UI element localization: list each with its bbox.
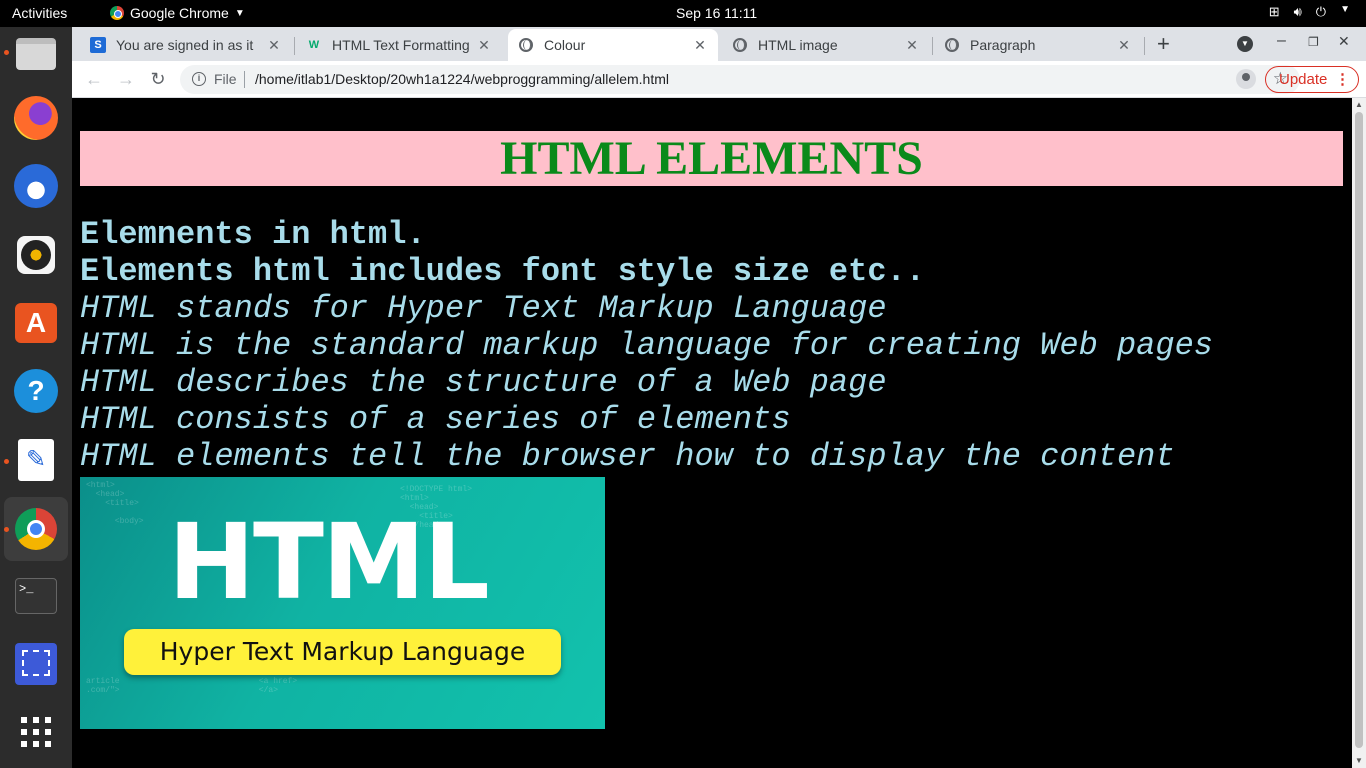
page-viewport: HTML ELEMENTS Elemnents in html. Element…	[72, 98, 1352, 768]
italic-line: HTML consists of a series of elements	[80, 401, 791, 438]
running-indicator	[4, 527, 9, 532]
tab-favicon: W	[308, 39, 320, 51]
back-arrow-icon[interactable]: ←	[82, 67, 106, 91]
firefox-icon[interactable]	[13, 95, 59, 141]
html-banner-image: <html> <head> <title> <body> <!DOCTYPE h…	[80, 477, 605, 729]
scroll-up-icon[interactable]: ▲	[1355, 100, 1363, 109]
forward-arrow-icon[interactable]: →	[114, 67, 138, 91]
reload-icon[interactable]: ↻	[146, 67, 170, 91]
bold-line: Elements html includes font style size e…	[80, 253, 925, 290]
minimize-icon[interactable]: ‒	[1277, 32, 1286, 50]
app-menu[interactable]: Google Chrome ▼	[110, 5, 245, 21]
tab-separator	[1144, 37, 1145, 55]
address-bar[interactable]: i File /home/itlab1/Desktop/20wh1a1224/w…	[180, 65, 1300, 94]
bold-line: Elemnents in html.	[80, 216, 426, 253]
tab-title: You are signed in as it	[116, 37, 254, 53]
chrome-app-icon	[110, 6, 124, 20]
code-texture: <html> <head> <title> <body>	[86, 481, 144, 526]
running-indicator	[4, 50, 9, 55]
scroll-down-icon[interactable]: ▼	[1355, 756, 1363, 765]
close-tab-icon[interactable]: ✕	[266, 37, 282, 54]
kebab-menu-icon[interactable]: ⋮	[1335, 67, 1350, 92]
site-info-icon[interactable]: i	[192, 72, 206, 86]
close-tab-icon[interactable]: ✕	[1116, 37, 1132, 54]
system-tray[interactable]: ⊞ 🔊︎ ⏻ ▼	[1269, 4, 1350, 20]
volume-icon[interactable]: 🔊︎	[1294, 4, 1302, 20]
system-top-bar: Activities Google Chrome ▼ Sep 16 11:11 …	[0, 0, 1366, 27]
page-scrollbar[interactable]: ▲ ▼	[1352, 98, 1366, 768]
tab-favicon: S	[90, 37, 106, 53]
tab-title: Paragraph	[970, 37, 1036, 53]
text-lines: Elemnents in html. Elements html include…	[80, 216, 1213, 475]
thunderbird-icon[interactable]	[13, 163, 59, 209]
restore-icon[interactable]: ❐	[1308, 35, 1319, 49]
code-texture: article .com/">	[86, 677, 120, 695]
close-window-icon[interactable]: ✕	[1338, 33, 1350, 50]
running-indicator	[4, 459, 9, 464]
italic-line: HTML elements tell the browser how to di…	[80, 438, 1175, 475]
omnibox-divider	[244, 71, 245, 88]
tab-separator	[294, 37, 295, 55]
tab-signed-in[interactable]: S You are signed in as it ✕	[80, 29, 292, 61]
tab-search-icon[interactable]: ▼	[1237, 36, 1253, 52]
help-icon[interactable]: ?	[13, 368, 59, 414]
activities-button[interactable]: Activities	[12, 5, 67, 21]
files-icon[interactable]	[13, 31, 59, 77]
terminal-icon[interactable]: >_	[13, 573, 59, 619]
tab-colour[interactable]: Colour ✕	[508, 29, 718, 61]
update-label: Update	[1279, 71, 1328, 88]
banner-big-text: HTML	[168, 501, 490, 623]
scrollbar-thumb[interactable]	[1355, 112, 1363, 748]
browser-toolbar: ← → ↻ i File /home/itlab1/Desktop/20wh1a…	[72, 61, 1366, 98]
dock: A ? ✎ >_	[0, 27, 72, 768]
italic-line: HTML stands for Hyper Text Markup Langua…	[80, 290, 887, 327]
profile-avatar-icon[interactable]	[1236, 69, 1256, 89]
globe-icon	[944, 37, 960, 53]
close-tab-icon[interactable]: ✕	[692, 37, 708, 54]
chrome-icon[interactable]	[13, 506, 59, 552]
tab-paragraph[interactable]: Paragraph ✕	[934, 29, 1142, 61]
italic-line: HTML describes the structure of a Web pa…	[80, 364, 887, 401]
code-texture: <a href> </a>	[258, 677, 298, 695]
tab-html-text-formatting[interactable]: W HTML Text Formatting ✕	[296, 29, 502, 61]
page-heading: HTML ELEMENTS	[500, 132, 923, 185]
tab-title: Colour	[544, 37, 586, 53]
software-icon[interactable]: A	[13, 300, 59, 346]
update-button[interactable]: Update ⋮	[1265, 66, 1359, 93]
power-icon[interactable]: ⏻	[1316, 4, 1326, 20]
tab-strip: S You are signed in as it ✕ W HTML Text …	[72, 27, 1366, 61]
tab-title: HTML Text Formatting	[332, 37, 470, 53]
heading-banner: HTML ELEMENTS	[80, 131, 1343, 186]
url-text[interactable]: /home/itlab1/Desktop/20wh1a1224/webprogg…	[255, 71, 669, 87]
screenshot-icon[interactable]	[13, 641, 59, 687]
rhythmbox-icon[interactable]	[13, 232, 59, 278]
text-editor-icon[interactable]: ✎	[13, 437, 59, 483]
globe-icon	[732, 37, 748, 53]
italic-line: HTML is the standard markup language for…	[80, 327, 1213, 364]
scheme-label: File	[214, 71, 237, 87]
banner-pill-text: Hyper Text Markup Language	[124, 629, 561, 675]
tab-html-image[interactable]: HTML image ✕	[722, 29, 930, 61]
tab-separator	[932, 37, 933, 55]
globe-icon	[518, 37, 534, 53]
caret-down-icon: ▼	[234, 7, 245, 19]
close-tab-icon[interactable]: ✕	[476, 37, 492, 54]
caret-down-icon[interactable]: ▼	[1340, 4, 1350, 20]
new-tab-plus-icon[interactable]: +	[1157, 31, 1170, 57]
app-menu-label: Google Chrome	[130, 5, 229, 21]
app-grid-icon[interactable]	[13, 709, 59, 755]
close-tab-icon[interactable]: ✕	[904, 37, 920, 54]
network-icon[interactable]: ⊞	[1269, 4, 1280, 20]
tab-title: HTML image	[758, 37, 838, 53]
clock[interactable]: Sep 16 11:11	[676, 5, 757, 21]
